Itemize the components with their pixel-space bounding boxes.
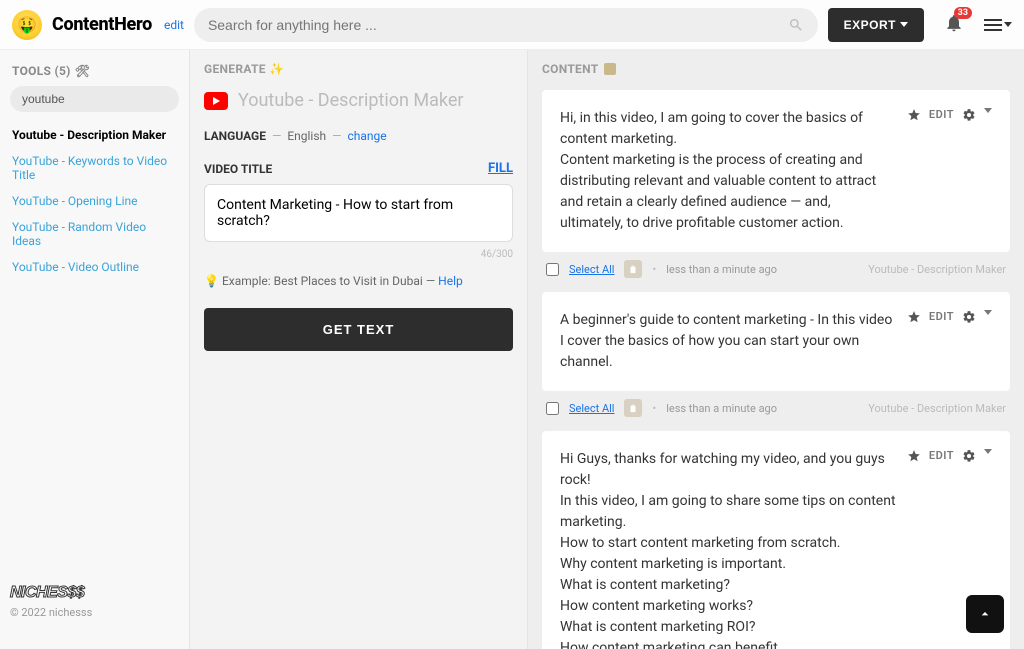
bulb-icon: 💡 bbox=[204, 274, 219, 288]
sparkle-icon: ✨ bbox=[269, 62, 284, 76]
main-layout: TOOLS (5) 🛠 Youtube - Description Maker … bbox=[0, 50, 1024, 649]
sidebar-header: TOOLS (5) 🛠 bbox=[12, 64, 179, 78]
result-card: Hi, in this video, I am going to cover t… bbox=[542, 90, 1010, 252]
sidebar-search-input[interactable] bbox=[10, 86, 179, 112]
content-panel: CONTENT Hi, in this video, I am going to… bbox=[528, 50, 1024, 649]
result-footer: Select All • less than a minute ago Yout… bbox=[542, 391, 1010, 431]
star-icon[interactable] bbox=[907, 310, 921, 327]
example-text: Example: Best Places to Visit in Dubai bbox=[222, 274, 423, 288]
star-icon[interactable] bbox=[907, 108, 921, 125]
gear-icon[interactable] bbox=[962, 310, 976, 327]
notification-badge: 33 bbox=[954, 7, 972, 19]
top-bar: 🤑 ContentHero edit EXPORT 33 bbox=[0, 0, 1024, 50]
card-actions: EDIT bbox=[907, 108, 992, 234]
edit-link[interactable]: edit bbox=[164, 18, 184, 32]
edit-button[interactable]: EDIT bbox=[929, 108, 954, 121]
global-search[interactable] bbox=[194, 8, 818, 42]
caret-down-icon bbox=[984, 108, 992, 113]
result-card: A beginner's guide to content marketing … bbox=[542, 292, 1010, 391]
star-icon[interactable] bbox=[907, 449, 921, 466]
caret-down-icon bbox=[984, 310, 992, 315]
search-input[interactable] bbox=[208, 17, 788, 33]
select-checkbox[interactable] bbox=[546, 263, 559, 276]
copyright: © 2022 nichesss bbox=[10, 606, 179, 619]
sidebar-item-opening-line[interactable]: YouTube - Opening Line bbox=[10, 188, 179, 214]
result-footer: Select All • less than a minute ago Yout… bbox=[542, 252, 1010, 292]
video-title-input[interactable] bbox=[204, 184, 513, 242]
timestamp: less than a minute ago bbox=[666, 402, 777, 415]
caret-down-icon bbox=[984, 449, 992, 454]
export-button[interactable]: EXPORT bbox=[828, 8, 924, 42]
notifications-button[interactable]: 33 bbox=[944, 13, 964, 37]
generate-panel: GENERATE ✨ Youtube - Description Maker L… bbox=[190, 50, 528, 649]
select-all-link[interactable]: Select All bbox=[569, 402, 614, 415]
tools-label: TOOLS (5) bbox=[12, 64, 71, 78]
delete-button[interactable] bbox=[624, 399, 642, 417]
result-text: Hi Guys, thanks for watching my video, a… bbox=[560, 449, 897, 649]
help-link[interactable]: Help bbox=[438, 274, 463, 288]
sidebar-item-keywords-to-title[interactable]: YouTube - Keywords to Video Title bbox=[10, 148, 179, 188]
gear-icon[interactable] bbox=[962, 449, 976, 466]
source-label: Youtube - Description Maker bbox=[868, 402, 1006, 415]
result-text: Hi, in this video, I am going to cover t… bbox=[560, 108, 897, 234]
hamburger-icon bbox=[984, 19, 1002, 31]
fill-link[interactable]: FILL bbox=[488, 161, 513, 176]
tool-title: Youtube - Description Maker bbox=[238, 90, 463, 111]
video-title-label: VIDEO TITLE bbox=[204, 162, 272, 176]
sidebar-item-random-ideas[interactable]: YouTube - Random Video Ideas bbox=[10, 214, 179, 254]
language-value: English bbox=[287, 129, 326, 143]
language-row: LANGUAGE — English — change bbox=[204, 129, 513, 143]
sidebar-item-video-outline[interactable]: YouTube - Video Outline bbox=[10, 254, 179, 280]
youtube-icon bbox=[204, 92, 228, 110]
caret-down-icon bbox=[1004, 22, 1012, 27]
sidebar-footer: NICHES$$ © 2022 nichesss bbox=[10, 584, 179, 639]
source-label: Youtube - Description Maker bbox=[868, 263, 1006, 276]
export-label: EXPORT bbox=[844, 18, 896, 32]
card-actions: EDIT bbox=[907, 310, 992, 373]
edit-button[interactable]: EDIT bbox=[929, 449, 954, 462]
search-icon bbox=[788, 17, 804, 33]
video-title-header: VIDEO TITLE FILL bbox=[204, 161, 513, 176]
result-card: Hi Guys, thanks for watching my video, a… bbox=[542, 431, 1010, 649]
change-language-link[interactable]: change bbox=[348, 129, 387, 143]
content-icon bbox=[604, 63, 616, 75]
edit-button[interactable]: EDIT bbox=[929, 310, 954, 323]
brand-name: ContentHero bbox=[52, 14, 152, 35]
generate-header: GENERATE ✨ bbox=[204, 62, 513, 76]
bell-icon bbox=[944, 18, 964, 37]
result-text: A beginner's guide to content marketing … bbox=[560, 310, 897, 373]
scroll-to-top-button[interactable] bbox=[966, 595, 1004, 633]
menu-button[interactable] bbox=[984, 19, 1012, 31]
tools-icon: 🛠 bbox=[75, 64, 91, 78]
dot-separator: • bbox=[652, 263, 656, 276]
timestamp: less than a minute ago bbox=[666, 263, 777, 276]
select-all-link[interactable]: Select All bbox=[569, 263, 614, 276]
caret-down-icon bbox=[900, 22, 908, 27]
dot-separator: • bbox=[652, 402, 656, 415]
gear-icon[interactable] bbox=[962, 108, 976, 125]
app-logo: 🤑 bbox=[12, 10, 42, 40]
sidebar: TOOLS (5) 🛠 Youtube - Description Maker … bbox=[0, 50, 190, 649]
tool-title-row: Youtube - Description Maker bbox=[204, 90, 513, 111]
sidebar-item-description-maker[interactable]: Youtube - Description Maker bbox=[10, 122, 179, 148]
language-label: LANGUAGE bbox=[204, 129, 266, 143]
example-row: 💡 Example: Best Places to Visit in Dubai… bbox=[204, 274, 513, 288]
select-checkbox[interactable] bbox=[546, 402, 559, 415]
get-text-button[interactable]: GET TEXT bbox=[204, 308, 513, 351]
char-count: 46/300 bbox=[204, 249, 513, 260]
delete-button[interactable] bbox=[624, 260, 642, 278]
nichesss-logo: NICHES$$ bbox=[10, 584, 179, 602]
content-header: CONTENT bbox=[542, 62, 1010, 76]
